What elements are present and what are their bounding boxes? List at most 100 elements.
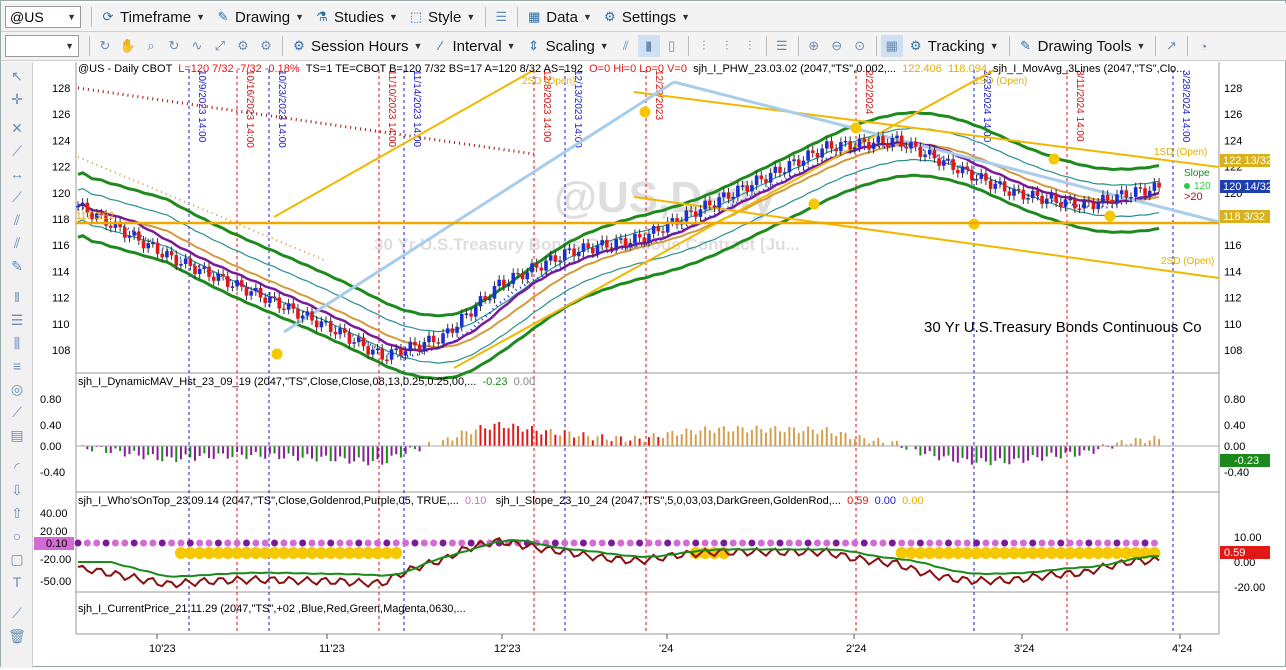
candle-body[interactable]: [539, 267, 544, 271]
candle-body[interactable]: [782, 172, 787, 174]
zoom-reset-icon[interactable]: ⊙: [849, 35, 871, 57]
vertical-lines-icon[interactable]: ‖: [7, 287, 27, 307]
candle-body[interactable]: [1082, 200, 1086, 209]
candle-body[interactable]: [520, 273, 525, 280]
zoom-in-icon[interactable]: ⊕: [803, 35, 825, 57]
up-arrow-icon[interactable]: ⇧: [7, 503, 27, 523]
candle-body[interactable]: [918, 146, 923, 157]
candle-body[interactable]: [829, 141, 834, 149]
candle-body[interactable]: [642, 237, 647, 243]
candle-body[interactable]: [427, 335, 431, 343]
candle-body[interactable]: [825, 141, 829, 149]
candle-body[interactable]: [909, 141, 913, 149]
candle-body[interactable]: [609, 247, 614, 249]
candle-body[interactable]: [216, 273, 221, 281]
candle-body[interactable]: [810, 150, 815, 154]
candle-body[interactable]: [572, 248, 576, 257]
ruler-icon[interactable]: ⟋: [7, 141, 27, 161]
candle-body[interactable]: [1152, 182, 1157, 191]
candle-body[interactable]: [764, 179, 768, 183]
candle-body[interactable]: [595, 245, 600, 254]
text-tool-icon[interactable]: T: [7, 572, 27, 592]
parallel-lines-icon[interactable]: ⫽: [7, 233, 27, 253]
candle-body[interactable]: [1119, 190, 1124, 195]
candle-body[interactable]: [422, 342, 427, 351]
candle-body[interactable]: [188, 258, 193, 266]
candle-body[interactable]: [76, 205, 80, 208]
hollow-candle-icon[interactable]: ▯: [661, 35, 683, 57]
candle-body[interactable]: [1026, 198, 1030, 200]
candle-body[interactable]: [881, 136, 885, 144]
candle-body[interactable]: [993, 183, 998, 189]
candle-body[interactable]: [792, 159, 796, 162]
candle-body[interactable]: [399, 348, 403, 356]
bar-chart-icon[interactable]: ⫽: [615, 35, 637, 57]
compare-icon[interactable]: ⤢: [209, 35, 231, 57]
candle-body[interactable]: [193, 265, 197, 274]
candle-body[interactable]: [165, 251, 169, 258]
candle-body[interactable]: [291, 303, 296, 309]
candle-body[interactable]: [899, 135, 904, 147]
ellipse-icon[interactable]: ○: [7, 526, 27, 546]
pitchfork-icon[interactable]: ⟋: [7, 402, 27, 422]
candle-body[interactable]: [525, 272, 530, 280]
candle-body[interactable]: [722, 192, 726, 198]
candlestick-icon[interactable]: ▮: [637, 35, 660, 57]
candle-body[interactable]: [1068, 198, 1072, 201]
candle-body[interactable]: [146, 243, 150, 249]
layout-icon[interactable]: ☰: [490, 6, 512, 28]
candle-body[interactable]: [169, 251, 174, 256]
candle-body[interactable]: [1105, 194, 1110, 201]
tick-icon[interactable]: ⫶: [739, 35, 761, 57]
candle-body[interactable]: [221, 273, 225, 277]
candle-body[interactable]: [951, 159, 955, 170]
volume-icon[interactable]: ⫶: [716, 35, 738, 57]
data-button[interactable]: ▦ Data ▼: [522, 5, 596, 29]
candle-body[interactable]: [1101, 194, 1105, 203]
candle-body[interactable]: [445, 328, 450, 334]
candle-body[interactable]: [689, 210, 693, 213]
arc-icon[interactable]: ◜: [7, 457, 27, 477]
candle-body[interactable]: [581, 243, 586, 252]
candle-body[interactable]: [614, 239, 618, 249]
pan-icon[interactable]: ✋: [117, 35, 139, 57]
candle-body[interactable]: [548, 255, 553, 261]
candle-body[interactable]: [1049, 193, 1054, 199]
trend-icon[interactable]: ↗: [1160, 35, 1182, 57]
candle-body[interactable]: [197, 268, 202, 274]
candle-body[interactable]: [726, 192, 731, 199]
settings-button[interactable]: ⚙ Settings ▼: [598, 5, 694, 29]
candle-body[interactable]: [268, 296, 272, 303]
candle-body[interactable]: [1087, 200, 1091, 203]
candle-body[interactable]: [282, 308, 286, 311]
candle-body[interactable]: [342, 328, 347, 333]
interval-button[interactable]: ∕ Interval ▼: [428, 34, 519, 58]
candle-body[interactable]: [357, 337, 361, 343]
candle-body[interactable]: [211, 276, 216, 281]
gann-icon[interactable]: ⫼: [7, 333, 27, 353]
horizontal-line-icon[interactable]: ≡: [7, 356, 27, 376]
candle-body[interactable]: [703, 200, 707, 210]
candle-body[interactable]: [1077, 208, 1082, 210]
candle-body[interactable]: [492, 286, 497, 299]
candle-body[interactable]: [806, 150, 810, 161]
candle-body[interactable]: [1021, 189, 1026, 200]
candle-body[interactable]: [1016, 188, 1021, 191]
candle-body[interactable]: [862, 138, 867, 142]
candle-body[interactable]: [712, 205, 717, 208]
candle-body[interactable]: [389, 349, 394, 360]
candle-body[interactable]: [708, 200, 712, 206]
candle-body[interactable]: [441, 333, 445, 344]
candle-body[interactable]: [338, 328, 342, 335]
candle-body[interactable]: [796, 159, 801, 166]
down-arrow-icon[interactable]: ⇩: [7, 480, 27, 500]
candle-body[interactable]: [347, 332, 352, 344]
candle-body[interactable]: [717, 197, 721, 208]
candle-body[interactable]: [254, 287, 258, 292]
candle-body[interactable]: [1007, 191, 1012, 196]
candle-body[interactable]: [319, 321, 324, 328]
candle-body[interactable]: [867, 141, 871, 149]
candle-body[interactable]: [333, 331, 338, 335]
candle-body[interactable]: [605, 240, 609, 248]
trash-icon[interactable]: 🗑: [7, 626, 27, 646]
